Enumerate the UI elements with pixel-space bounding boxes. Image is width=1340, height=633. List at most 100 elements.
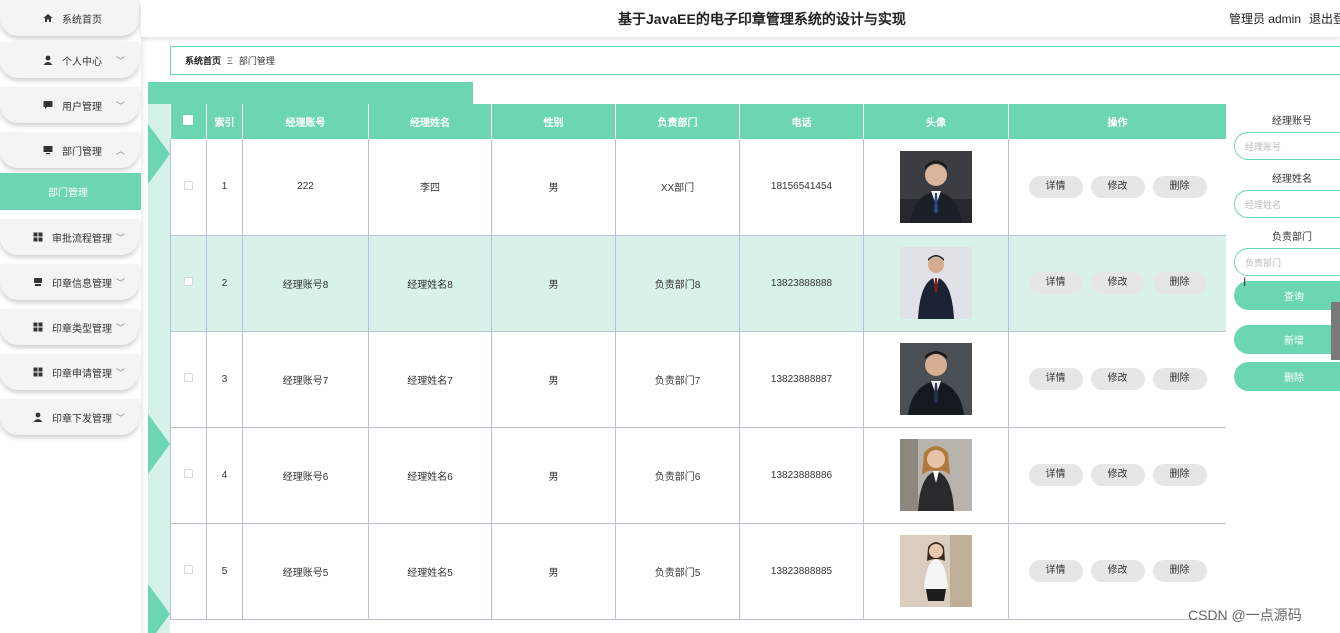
table-row[interactable]: 1 222 李四 男 XX部门 18156541454 详情 修改 删除: [170, 139, 1227, 236]
query-button[interactable]: 查询: [1234, 281, 1340, 310]
cell-account: 经理账号7: [242, 331, 369, 428]
cell-phone: 13823888886: [739, 427, 864, 524]
select-all-checkbox[interactable]: [170, 104, 207, 139]
account-label: 经理账号: [1272, 116, 1312, 127]
sidebar-item-personal[interactable]: 个人中心 ﹀: [0, 42, 139, 78]
cell-name: 经理姓名7: [368, 331, 492, 428]
sidebar-item-label: 印章信息管理: [52, 278, 112, 290]
sidebar-item-departments[interactable]: 部门管理 ︿: [0, 132, 139, 168]
chevron-up-icon: ︿: [115, 145, 125, 156]
breadcrumb-home[interactable]: 系统首页: [185, 54, 221, 67]
chat-icon: [42, 99, 54, 111]
cell-phone: 13823888888: [739, 235, 864, 332]
chevron-down-icon: ﹀: [115, 367, 125, 378]
sidebar-item-seal-info[interactable]: 印章信息管理 ﹀: [0, 264, 139, 300]
name-search-input[interactable]: 经理姓名: [1234, 190, 1340, 218]
sidebar: 系统首页 个人中心 ﹀ 用户管理 ﹀ 部门管理 ︿ 部门管理 审批流程管理 ﹀ …: [0, 0, 147, 633]
add-button[interactable]: 新增: [1234, 325, 1340, 354]
cell-index: 5: [206, 523, 243, 620]
cell-dept: XX部门: [615, 139, 740, 236]
dept-label: 负责部门: [1272, 232, 1312, 243]
cell-phone: 13823888885: [739, 523, 864, 620]
detail-button[interactable]: 详情: [1028, 175, 1083, 198]
text-cursor-icon: I: [1243, 275, 1247, 289]
cell-index: 4: [206, 427, 243, 524]
row-checkbox[interactable]: [184, 469, 193, 478]
detail-button[interactable]: 详情: [1028, 272, 1083, 294]
edit-button[interactable]: 修改: [1090, 464, 1145, 486]
detail-button[interactable]: 详情: [1028, 368, 1083, 390]
sidebar-item-seal-issue[interactable]: 印章下发管理 ﹀: [0, 399, 139, 435]
delete-button[interactable]: 删除: [1152, 175, 1207, 198]
account-search-input[interactable]: 经理账号: [1234, 132, 1340, 160]
edit-button[interactable]: 修改: [1090, 368, 1145, 390]
delete-button[interactable]: 删除: [1152, 272, 1207, 294]
cell-index: 3: [206, 331, 243, 428]
delete-button[interactable]: 删除: [1152, 464, 1207, 486]
avatar: [900, 439, 972, 511]
table-row[interactable]: 3 经理账号7 经理姓名7 男 负责部门7 13823888887 详情 修改 删除: [170, 331, 1227, 428]
edit-button[interactable]: 修改: [1090, 560, 1145, 582]
sidebar-subitem-department-mgmt[interactable]: 部门管理: [0, 173, 141, 210]
cell-phone: 18156541454: [739, 139, 864, 236]
department-manager-table: 索引 经理账号 经理姓名 性别 负责部门 电话 头像 操作 1 222 李四 男…: [170, 104, 1227, 620]
cell-dept: 负责部门8: [615, 235, 740, 332]
watermark: CSDN @一点源码: [1188, 607, 1302, 623]
page-title: 基于JavaEE的电子印章管理系统的设计与实现: [618, 11, 906, 27]
row-checkbox[interactable]: [184, 565, 193, 574]
row-checkbox[interactable]: [184, 277, 193, 286]
search-panel: 经理账号 经理账号 经理姓名 经理姓名 负责部门 负责部门 查询 新增 删除: [1226, 104, 1340, 633]
column-header: 经理姓名: [368, 104, 492, 139]
sidebar-item-home[interactable]: 系统首页: [0, 0, 139, 36]
column-header: 电话: [739, 104, 864, 139]
delete-button[interactable]: 删除: [1152, 368, 1207, 390]
sidebar-item-approval-flow[interactable]: 审批流程管理 ﹀: [0, 219, 139, 255]
breadcrumb-separator: Ξ: [227, 55, 233, 66]
sidebar-item-label: 个人中心: [62, 56, 102, 68]
sidebar-item-label: 审批流程管理: [52, 233, 112, 245]
edit-button[interactable]: 修改: [1090, 272, 1145, 294]
row-checkbox[interactable]: [184, 180, 193, 190]
content-tab-decoration: [148, 82, 473, 104]
breadcrumb: 系统首页 Ξ 部门管理: [170, 46, 1340, 75]
delete-button[interactable]: 删除: [1152, 560, 1207, 582]
sidebar-item-users[interactable]: 用户管理 ﹀: [0, 87, 139, 123]
edit-button[interactable]: 修改: [1090, 175, 1145, 198]
cell-account: 经理账号5: [242, 523, 369, 620]
chevron-down-icon: ﹀: [115, 100, 125, 111]
chevron-down-icon: ﹀: [115, 322, 125, 333]
sidebar-item-seal-type[interactable]: 印章类型管理 ﹀: [0, 309, 139, 345]
scrollbar[interactable]: [1331, 302, 1340, 360]
content-side-decoration: [148, 104, 170, 633]
cell-gender: 男: [491, 139, 616, 236]
cell-dept: 负责部门5: [615, 523, 740, 620]
top-header: 基于JavaEE的电子印章管理系统的设计与实现 管理员 admin 退出登录: [141, 0, 1340, 37]
table-row[interactable]: 2 经理账号8 经理姓名8 男 负责部门8 13823888888 详情 修改 删除: [170, 235, 1227, 332]
cell-name: 经理姓名5: [368, 523, 492, 620]
table-row[interactable]: 4 经理账号6 经理姓名6 男 负责部门6 13823888886 详情 修改 删除: [170, 427, 1227, 524]
cell-index: 1: [206, 139, 243, 236]
cell-name: 经理姓名6: [368, 427, 492, 524]
sidebar-item-label: 用户管理: [62, 101, 102, 113]
dept-search-input[interactable]: 负责部门: [1234, 248, 1340, 276]
batch-delete-button[interactable]: 删除: [1234, 362, 1340, 391]
chevron-down-icon: ﹀: [115, 232, 125, 243]
table-row[interactable]: 5 经理账号5 经理姓名5 男 负责部门5 13823888885 详情 修改 删除: [170, 523, 1227, 620]
user-icon: [32, 411, 44, 423]
detail-button[interactable]: 详情: [1028, 560, 1083, 582]
grid-icon: [32, 366, 44, 378]
row-checkbox[interactable]: [184, 373, 193, 382]
breadcrumb-current: 部门管理: [238, 56, 275, 66]
detail-button[interactable]: 详情: [1028, 464, 1083, 486]
grid-icon: [32, 231, 44, 243]
cell-account: 经理账号6: [242, 427, 369, 524]
avatar: [900, 535, 972, 607]
cell-gender: 男: [491, 427, 616, 524]
cell-dept: 负责部门6: [615, 427, 740, 524]
cell-phone: 13823888887: [739, 331, 864, 428]
sidebar-item-seal-apply[interactable]: 印章申请管理 ﹀: [0, 354, 139, 390]
logout-link[interactable]: 退出登录: [1309, 10, 1340, 27]
cell-gender: 男: [491, 235, 616, 332]
sidebar-item-label: 印章类型管理: [52, 323, 112, 335]
grid-icon: [32, 321, 44, 333]
